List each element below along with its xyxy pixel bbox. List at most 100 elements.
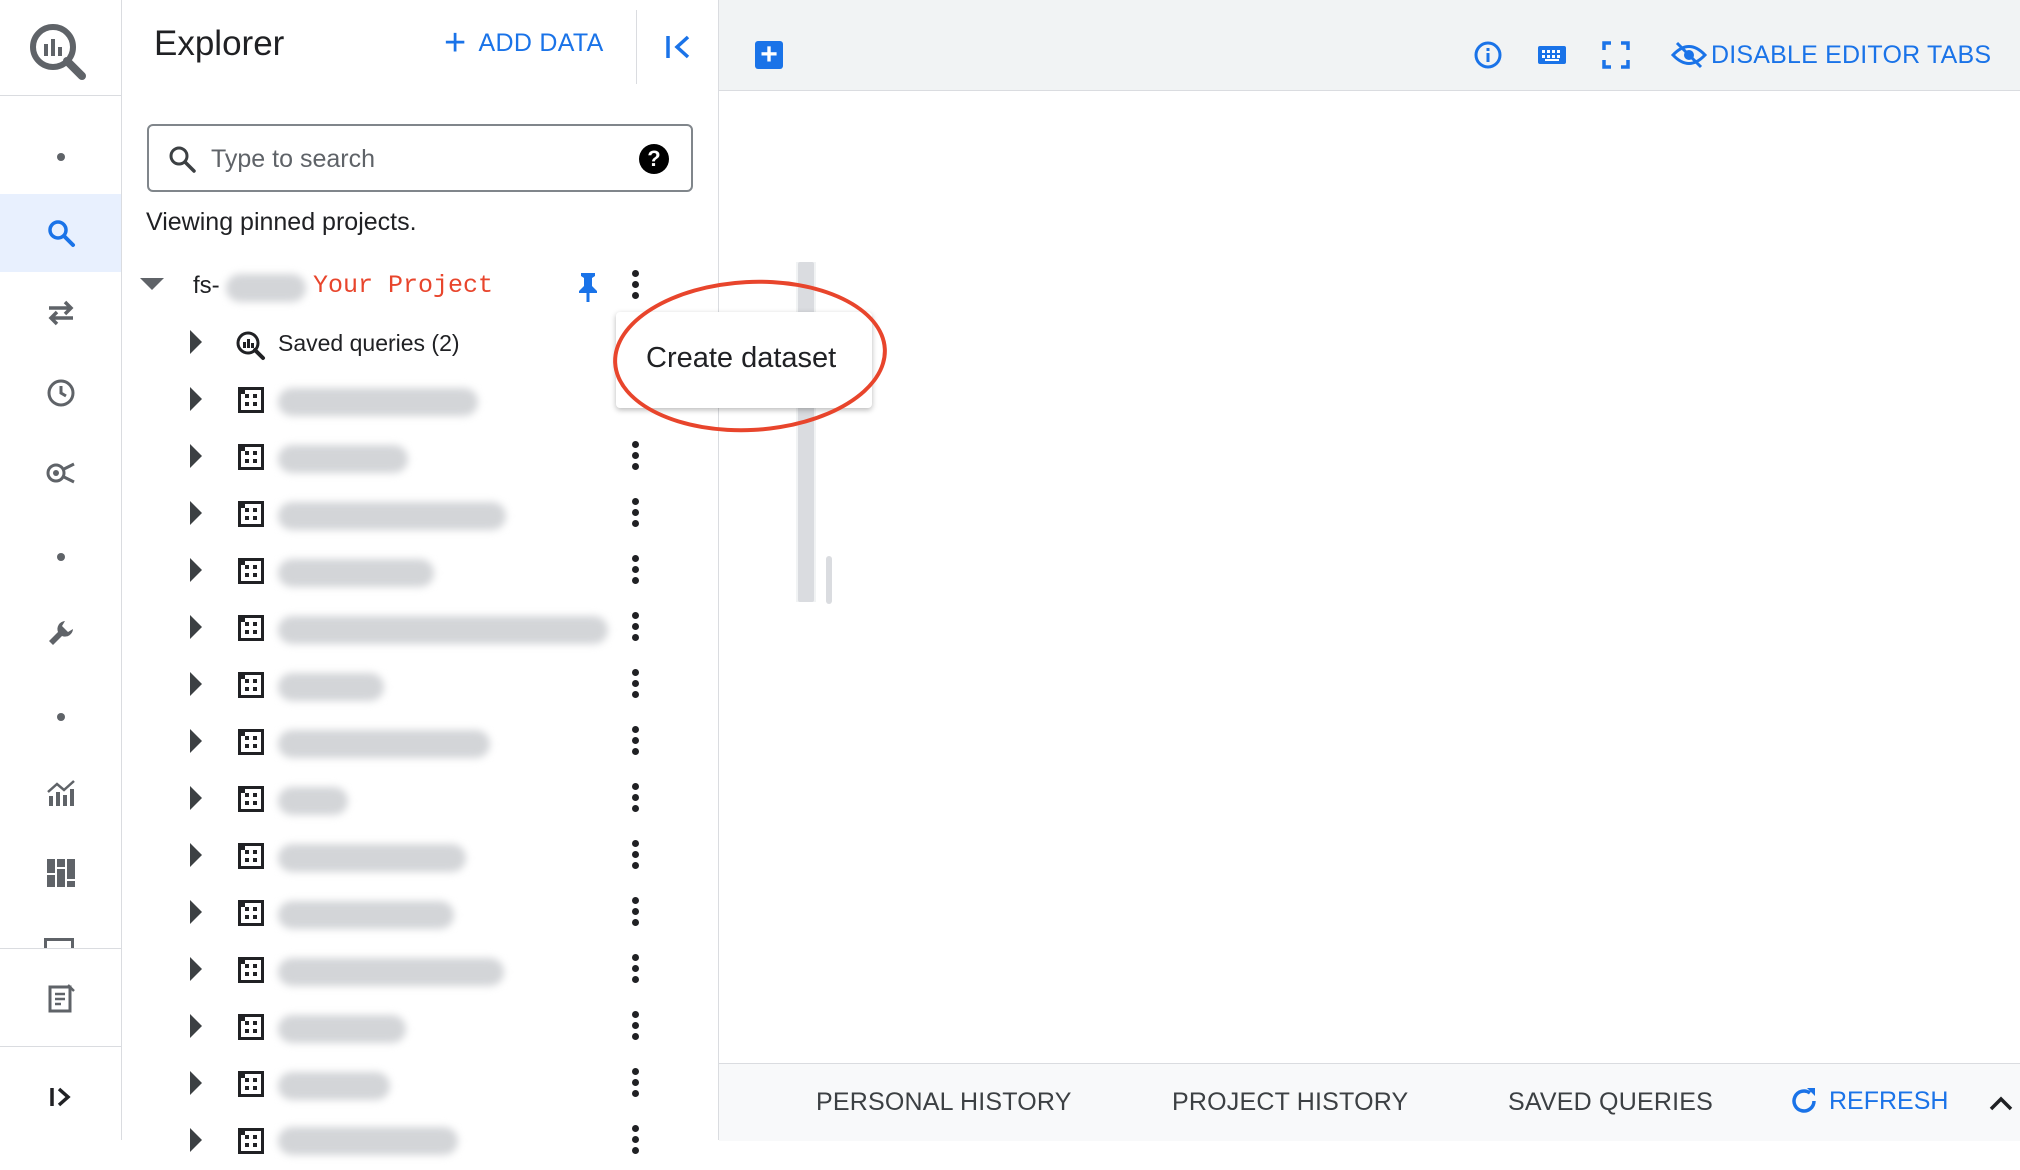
pin-icon[interactable] <box>574 270 602 304</box>
dataset-row[interactable] <box>122 942 682 999</box>
collapse-panel-icon[interactable] <box>662 30 696 64</box>
dataset-icon <box>238 387 264 413</box>
dataset-more-actions-icon[interactable] <box>630 555 640 589</box>
dataset-more-actions-icon[interactable] <box>630 954 640 988</box>
panel-resize-handle[interactable] <box>826 556 832 604</box>
redacted-dataset-name <box>278 901 454 929</box>
rail-item-dashboard[interactable] <box>0 834 121 912</box>
rail-item-monitoring[interactable] <box>0 754 121 832</box>
dot-icon <box>56 153 65 161</box>
expand-panel-icon <box>49 1087 71 1107</box>
transfers-icon <box>48 300 73 326</box>
caret-right-icon[interactable] <box>190 672 202 696</box>
dataset-row[interactable] <box>122 1113 682 1170</box>
project-row[interactable]: fs- Your Project <box>122 258 682 315</box>
dataset-row[interactable] <box>122 657 682 714</box>
dataset-row[interactable] <box>122 771 682 828</box>
redacted-dataset-name <box>278 673 384 701</box>
tab-saved-queries[interactable]: SAVED QUERIES <box>1508 1088 1713 1117</box>
rail-item-admin[interactable] <box>0 594 121 672</box>
caret-right-icon[interactable] <box>190 900 202 924</box>
project-context-menu: Create dataset <box>616 312 872 408</box>
new-query-tab-button[interactable]: + <box>755 40 783 70</box>
analytics-hub-icon <box>46 462 75 484</box>
dataset-row[interactable] <box>122 372 682 429</box>
help-icon[interactable]: ? <box>639 144 669 174</box>
dataset-row[interactable] <box>122 486 682 543</box>
dataset-more-actions-icon[interactable] <box>630 669 640 703</box>
dataset-icon <box>238 786 264 812</box>
add-data-button[interactable]: + ADD DATA <box>444 24 604 62</box>
dataset-row[interactable] <box>122 999 682 1056</box>
caret-right-icon[interactable] <box>190 1071 202 1095</box>
dataset-more-actions-icon[interactable] <box>630 897 640 931</box>
caret-right-icon[interactable] <box>190 1014 202 1038</box>
dataset-row[interactable] <box>122 714 682 771</box>
rail-item-release-notes[interactable] <box>0 960 121 1038</box>
caret-right-icon[interactable] <box>190 558 202 582</box>
create-dataset-menu-item[interactable]: Create dataset <box>646 342 836 375</box>
refresh-button[interactable]: REFRESH <box>1789 1086 1948 1116</box>
redacted-dataset-name <box>278 559 434 587</box>
caret-right-icon[interactable] <box>190 957 202 981</box>
rail-item-transfers[interactable] <box>0 274 121 352</box>
search-input[interactable] <box>209 139 613 179</box>
caret-right-icon[interactable] <box>190 1128 202 1152</box>
disable-editor-tabs-button[interactable]: DISABLE EDITOR TABS <box>1671 40 1991 70</box>
dataset-row[interactable] <box>122 600 682 657</box>
expand-panel-button[interactable] <box>0 1058 121 1136</box>
dashboard-icon <box>46 859 75 887</box>
dataset-more-actions-icon[interactable] <box>630 1011 640 1045</box>
caret-right-icon[interactable] <box>190 615 202 639</box>
dataset-more-actions-icon[interactable] <box>630 1125 640 1159</box>
dataset-more-actions-icon[interactable] <box>630 498 640 532</box>
chevron-up-icon[interactable] <box>1984 1086 2018 1120</box>
dataset-row[interactable] <box>122 885 682 942</box>
dataset-row[interactable] <box>122 543 682 600</box>
tab-project-history[interactable]: PROJECT HISTORY <box>1172 1088 1408 1117</box>
left-nav-rail <box>0 0 122 1140</box>
project-more-actions-icon[interactable] <box>630 270 640 304</box>
explorer-title: Explorer <box>154 24 285 63</box>
history-icon <box>47 379 74 407</box>
caret-right-icon[interactable] <box>190 387 202 411</box>
editor-toolbar: + DISABLE EDITOR TABS <box>719 0 2020 91</box>
rail-item-history[interactable] <box>0 354 121 432</box>
rail-item-analytics-hub[interactable] <box>0 434 121 512</box>
redacted-dataset-name <box>278 1127 458 1155</box>
rail-item-dot[interactable] <box>0 518 121 596</box>
dataset-more-actions-icon[interactable] <box>630 612 640 646</box>
redacted-project-id <box>226 274 306 302</box>
dataset-more-actions-icon[interactable] <box>630 441 640 475</box>
caret-down-icon[interactable] <box>140 278 164 290</box>
saved-queries-row[interactable]: Saved queries (2) <box>122 315 682 372</box>
caret-right-icon[interactable] <box>190 843 202 867</box>
caret-right-icon[interactable] <box>190 501 202 525</box>
bigquery-logo-icon[interactable] <box>26 20 88 82</box>
dataset-icon <box>238 1128 264 1154</box>
fullscreen-icon[interactable] <box>1599 38 1633 72</box>
tab-personal-history[interactable]: PERSONAL HISTORY <box>816 1088 1072 1117</box>
caret-right-icon[interactable] <box>190 786 202 810</box>
dataset-more-actions-icon[interactable] <box>630 726 640 760</box>
dataset-icon <box>238 729 264 755</box>
caret-right-icon[interactable] <box>190 444 202 468</box>
dataset-more-actions-icon[interactable] <box>630 1068 640 1102</box>
dataset-row[interactable] <box>122 1056 682 1113</box>
caret-right-icon[interactable] <box>190 729 202 753</box>
dataset-row[interactable] <box>122 828 682 885</box>
query-history-bar: PERSONAL HISTORY PROJECT HISTORY SAVED Q… <box>719 1063 2020 1141</box>
rail-item-dot[interactable] <box>0 118 121 196</box>
info-icon[interactable] <box>1471 38 1505 72</box>
keyboard-shortcuts-icon[interactable] <box>1535 38 1569 72</box>
dataset-row[interactable] <box>122 429 682 486</box>
dataset-icon <box>238 558 264 584</box>
redacted-dataset-name <box>278 445 408 473</box>
rail-item-explorer[interactable] <box>0 194 121 272</box>
dataset-icon <box>238 843 264 869</box>
caret-right-icon[interactable] <box>190 330 202 354</box>
viewing-status-text: Viewing pinned projects. <box>146 208 417 236</box>
rail-item-dot[interactable] <box>0 678 121 756</box>
dataset-more-actions-icon[interactable] <box>630 783 640 817</box>
dataset-more-actions-icon[interactable] <box>630 840 640 874</box>
